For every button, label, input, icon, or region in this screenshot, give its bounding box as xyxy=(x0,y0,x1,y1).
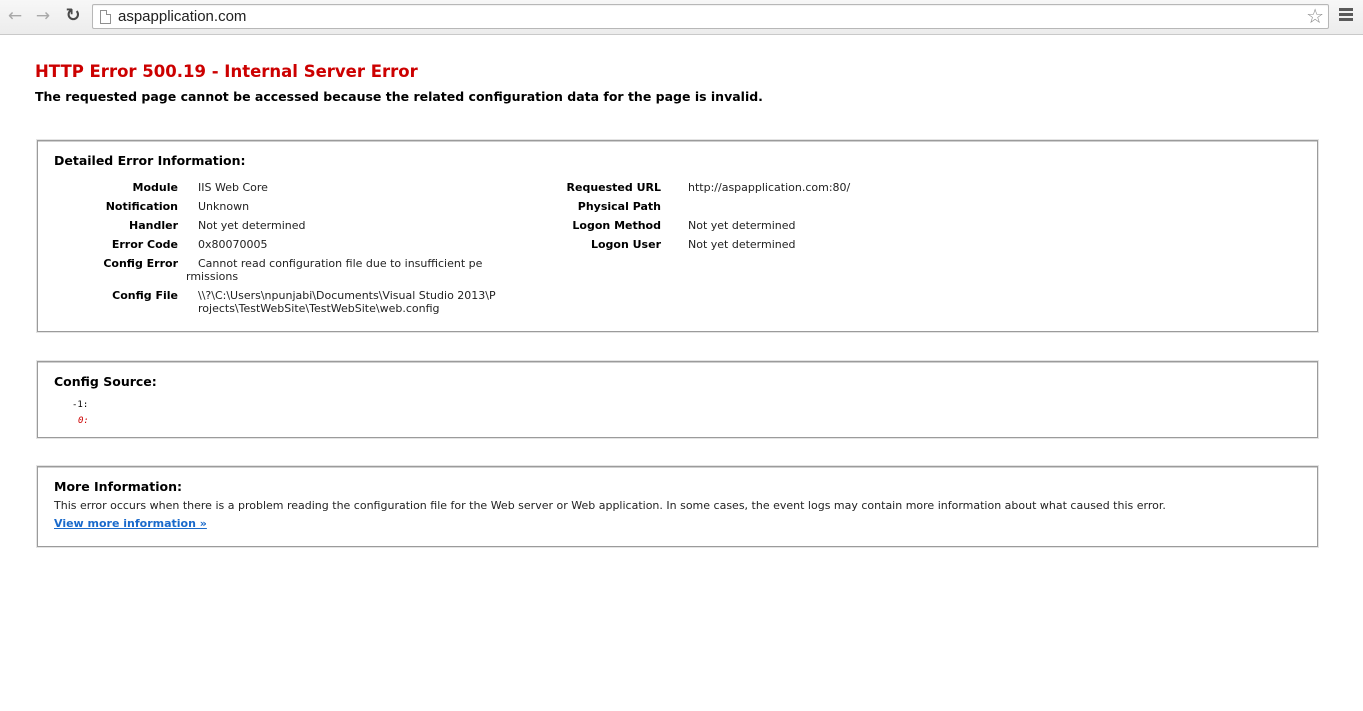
menu-icon[interactable] xyxy=(1339,8,1353,22)
detail-value: Not yet determined xyxy=(198,219,306,232)
view-more-information-link[interactable]: View more information » xyxy=(54,517,207,530)
more-information-panel: More Information: This error occurs when… xyxy=(37,466,1318,547)
detail-value: Cannot read configuration file due to in… xyxy=(186,257,483,283)
back-arrow-icon[interactable]: ← xyxy=(4,5,26,27)
code-line: -1: xyxy=(72,400,89,410)
detail-row: Error Code 0x80070005 xyxy=(56,238,526,257)
more-information-heading: More Information: xyxy=(54,479,182,494)
detail-row: Module IIS Web Core xyxy=(56,181,526,200)
detail-value: IIS Web Core xyxy=(198,181,268,194)
code-line-error: 0: xyxy=(78,416,89,426)
detail-label: Notification xyxy=(105,200,178,213)
config-source-code: -1: 0: xyxy=(54,397,1301,429)
detail-row: Config File \\?\C:\Users\npunjabi\Docume… xyxy=(56,289,526,321)
detail-label: Config File xyxy=(112,289,178,302)
forward-arrow-icon[interactable]: → xyxy=(32,5,54,27)
detailed-error-panel: Detailed Error Information: Module IIS W… xyxy=(37,140,1318,332)
reload-icon[interactable]: ↻ xyxy=(62,5,84,27)
detail-value: Not yet determined xyxy=(688,238,796,251)
config-source-panel: Config Source: -1: 0: xyxy=(37,361,1318,438)
error-title: HTTP Error 500.19 - Internal Server Erro… xyxy=(35,62,418,81)
bookmark-star-icon[interactable]: ☆ xyxy=(1306,5,1324,28)
detail-label: Error Code xyxy=(111,238,178,251)
detail-label: Logon Method xyxy=(572,219,661,232)
detail-row: Logon Method Not yet determined xyxy=(503,219,1003,238)
detail-right-column: Requested URL http://aspapplication.com:… xyxy=(503,181,1003,257)
page-icon xyxy=(100,10,111,24)
config-source-heading: Config Source: xyxy=(54,374,157,389)
detail-value: http://aspapplication.com:80/ xyxy=(688,181,851,194)
detailed-error-heading: Detailed Error Information: xyxy=(54,153,246,168)
detail-value: Unknown xyxy=(198,200,250,213)
more-information-text: This error occurs when there is a proble… xyxy=(54,499,1166,512)
detail-value: \\?\C:\Users\npunjabi\Documents\Visual S… xyxy=(198,289,496,315)
detail-label: Handler xyxy=(129,219,178,232)
detail-left-column: Module IIS Web Core Notification Unknown… xyxy=(56,181,526,321)
detail-row: Logon User Not yet determined xyxy=(503,238,1003,257)
detail-row: Notification Unknown xyxy=(56,200,526,219)
error-subtitle: The requested page cannot be accessed be… xyxy=(35,89,763,104)
detail-label: Physical Path xyxy=(577,200,661,213)
detail-row: Config Error Cannot read configuration f… xyxy=(56,257,526,289)
url-text[interactable]: aspapplication.com xyxy=(118,8,246,25)
detail-label: Config Error xyxy=(103,257,178,270)
page-content: HTTP Error 500.19 - Internal Server Erro… xyxy=(35,35,1325,547)
address-bar[interactable]: aspapplication.com ☆ xyxy=(92,4,1329,29)
detail-value: Not yet determined xyxy=(688,219,796,232)
detail-label: Requested URL xyxy=(566,181,661,194)
detail-row: Physical Path xyxy=(503,200,1003,219)
detail-row: Requested URL http://aspapplication.com:… xyxy=(503,181,1003,200)
detail-label: Logon User xyxy=(590,238,661,251)
detail-value: 0x80070005 xyxy=(198,238,268,251)
browser-toolbar: ← → ↻ aspapplication.com ☆ xyxy=(0,0,1363,35)
detail-label: Module xyxy=(132,181,178,194)
detail-row: Handler Not yet determined xyxy=(56,219,526,238)
